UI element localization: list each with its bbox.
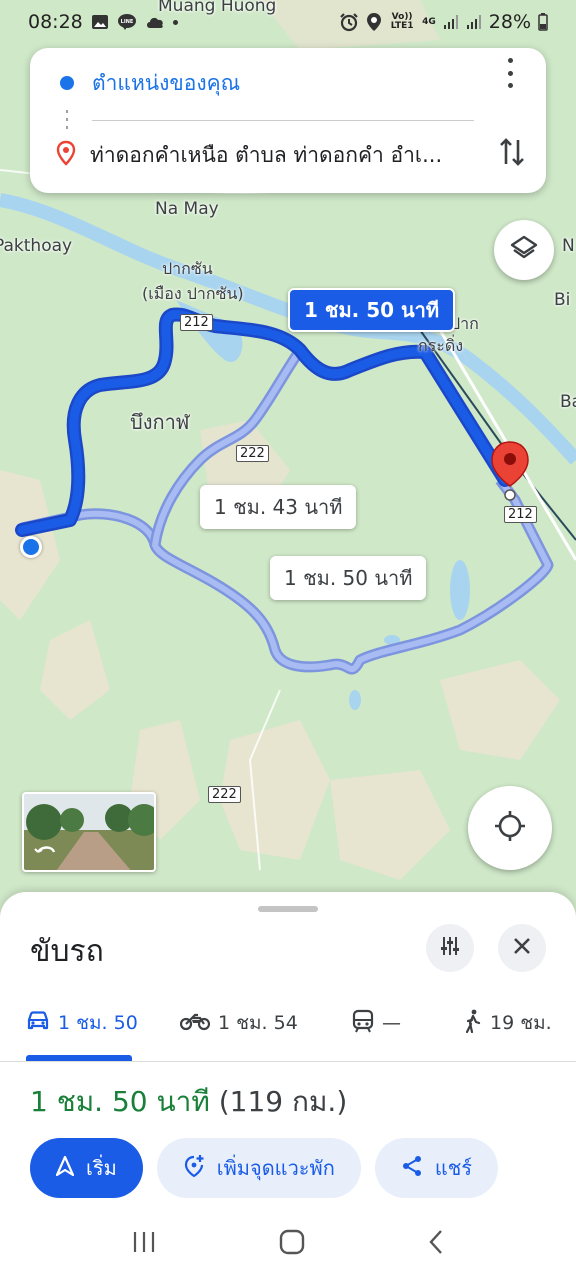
crosshair-icon: [493, 809, 527, 847]
tab-walking-label: 19 ชม.: [490, 1012, 552, 1034]
route-options-button[interactable]: [426, 924, 474, 972]
destination-pin-icon[interactable]: [490, 440, 530, 502]
route-badge-alt-1[interactable]: 1 ชม. 43 นาที: [200, 485, 357, 529]
gallery-icon: [91, 14, 109, 30]
road-shield: 222: [208, 786, 241, 803]
share-icon: [401, 1155, 423, 1182]
add-stop-button[interactable]: เพิ่มจุดแวะพัก: [156, 1138, 361, 1198]
start-button-label: เริ่ม: [86, 1156, 117, 1180]
tab-motorbike[interactable]: 1 ชม. 54: [179, 1008, 298, 1038]
add-location-icon: [183, 1154, 205, 1183]
tab-transit-label: —: [382, 1012, 401, 1034]
back-icon[interactable]: [427, 1229, 445, 1259]
start-button[interactable]: เริ่ม: [30, 1138, 143, 1198]
motorbike-icon: [179, 1011, 211, 1036]
road-shield: 212: [180, 314, 213, 331]
navigation-arrow-icon: [55, 1155, 75, 1181]
alarm-icon: [339, 12, 359, 32]
home-icon[interactable]: [279, 1229, 305, 1259]
recent-apps-icon[interactable]: [131, 1230, 157, 1258]
network-indicator: 4G: [422, 16, 436, 27]
route-summary: 1 ชม. 50 นาที (119 กม.): [30, 1080, 347, 1124]
line-app-icon: LINE: [117, 13, 137, 31]
status-bar: 08:28 LINE Vo)) LTE1 4G 28%: [0, 0, 576, 44]
map-label-ba: Ba: [560, 392, 576, 412]
battery-percent: 28%: [488, 11, 531, 33]
status-time: 08:28: [28, 11, 83, 33]
layers-button[interactable]: [494, 220, 554, 280]
origin-field[interactable]: ตำแหน่งของคุณ: [30, 58, 546, 108]
tab-driving-label: 1 ชม. 50: [58, 1012, 138, 1034]
add-stop-label: เพิ่มจุดแวะพัก: [216, 1156, 335, 1180]
tab-transit[interactable]: —: [352, 1008, 401, 1038]
volte-indicator: Vo)) LTE1: [390, 12, 414, 31]
destination-marker-icon: [56, 140, 76, 170]
route-connector-dots: [66, 110, 68, 129]
map-label-na-may: Na May: [155, 199, 219, 219]
route-badge-primary[interactable]: 1 ชม. 50 นาที: [288, 288, 456, 332]
svg-text:LINE: LINE: [120, 19, 133, 25]
walk-icon: [464, 1009, 482, 1038]
map-label-n: N: [562, 236, 575, 256]
destination-field[interactable]: ท่าดอกคำเหนือ ตำบล ท่าดอกคำ อำเ...: [30, 130, 546, 180]
road-shield: 222: [236, 445, 269, 462]
layers-icon: [509, 233, 539, 267]
my-location-button[interactable]: [468, 786, 552, 870]
street-view-image: [24, 794, 154, 870]
travel-mode-tabs: 1 ชม. 50 1 ชม. 54 — 19 ชม.: [0, 992, 576, 1062]
tab-motorbike-label: 1 ชม. 54: [218, 1012, 298, 1034]
map-label-kradeng: กระดิ่ง: [418, 336, 464, 355]
current-location-dot: [20, 536, 42, 558]
destination-text: ท่าดอกคำเหนือ ตำบล ท่าดอกคำ อำเ...: [90, 142, 443, 167]
notification-dot-icon: [172, 19, 178, 25]
close-icon: [513, 937, 531, 959]
location-icon: [366, 12, 382, 32]
battery-icon: [538, 13, 548, 31]
close-button[interactable]: [498, 924, 546, 972]
action-buttons: เริ่ม เพิ่มจุดแวะพัก แชร์: [30, 1138, 499, 1198]
car-icon: [26, 1010, 50, 1036]
map-label-bueng-kan: บึงกาฬ: [130, 410, 190, 434]
map-label-bi: Bi: [554, 290, 571, 310]
share-button[interactable]: แชร์: [374, 1138, 499, 1198]
tab-driving[interactable]: 1 ชม. 50: [26, 1008, 138, 1038]
directions-card: ตำแหน่งของคุณ ท่าดอกคำเหนือ ตำบล ท่าดอกค…: [30, 48, 546, 193]
map-label-pakthoay: Pakthoay: [0, 236, 73, 256]
street-view-thumbnail[interactable]: [22, 792, 156, 872]
map-label-muang-pak-san: (เมือง ปากซัน): [142, 284, 244, 303]
origin-text: ตำแหน่งของคุณ: [92, 70, 241, 95]
route-badge-alt-2[interactable]: 1 ชม. 50 นาที: [270, 556, 427, 600]
swap-icon[interactable]: [498, 136, 526, 172]
origin-dot-icon: [60, 76, 74, 90]
sheet-title: ขับรถ: [30, 934, 104, 969]
system-nav-bar: [0, 1208, 576, 1280]
share-label: แชร์: [434, 1156, 473, 1180]
drag-handle[interactable]: [258, 906, 318, 912]
sliders-icon: [439, 935, 461, 961]
road-shield: 212: [504, 506, 537, 523]
field-divider: [92, 120, 474, 121]
signal-icon-2: [466, 14, 482, 30]
cloud-icon: [145, 15, 165, 29]
tab-walking[interactable]: 19 ชม.: [464, 1008, 552, 1038]
more-options-button[interactable]: [496, 58, 524, 88]
route-duration: 1 ชม. 50 นาที: [30, 1085, 210, 1118]
train-icon: [352, 1009, 374, 1038]
signal-icon: [443, 14, 459, 30]
map-label-pak-san: ปากซัน: [162, 259, 213, 278]
route-distance: (119 กม.): [218, 1085, 348, 1118]
active-tab-indicator: [26, 1055, 132, 1061]
